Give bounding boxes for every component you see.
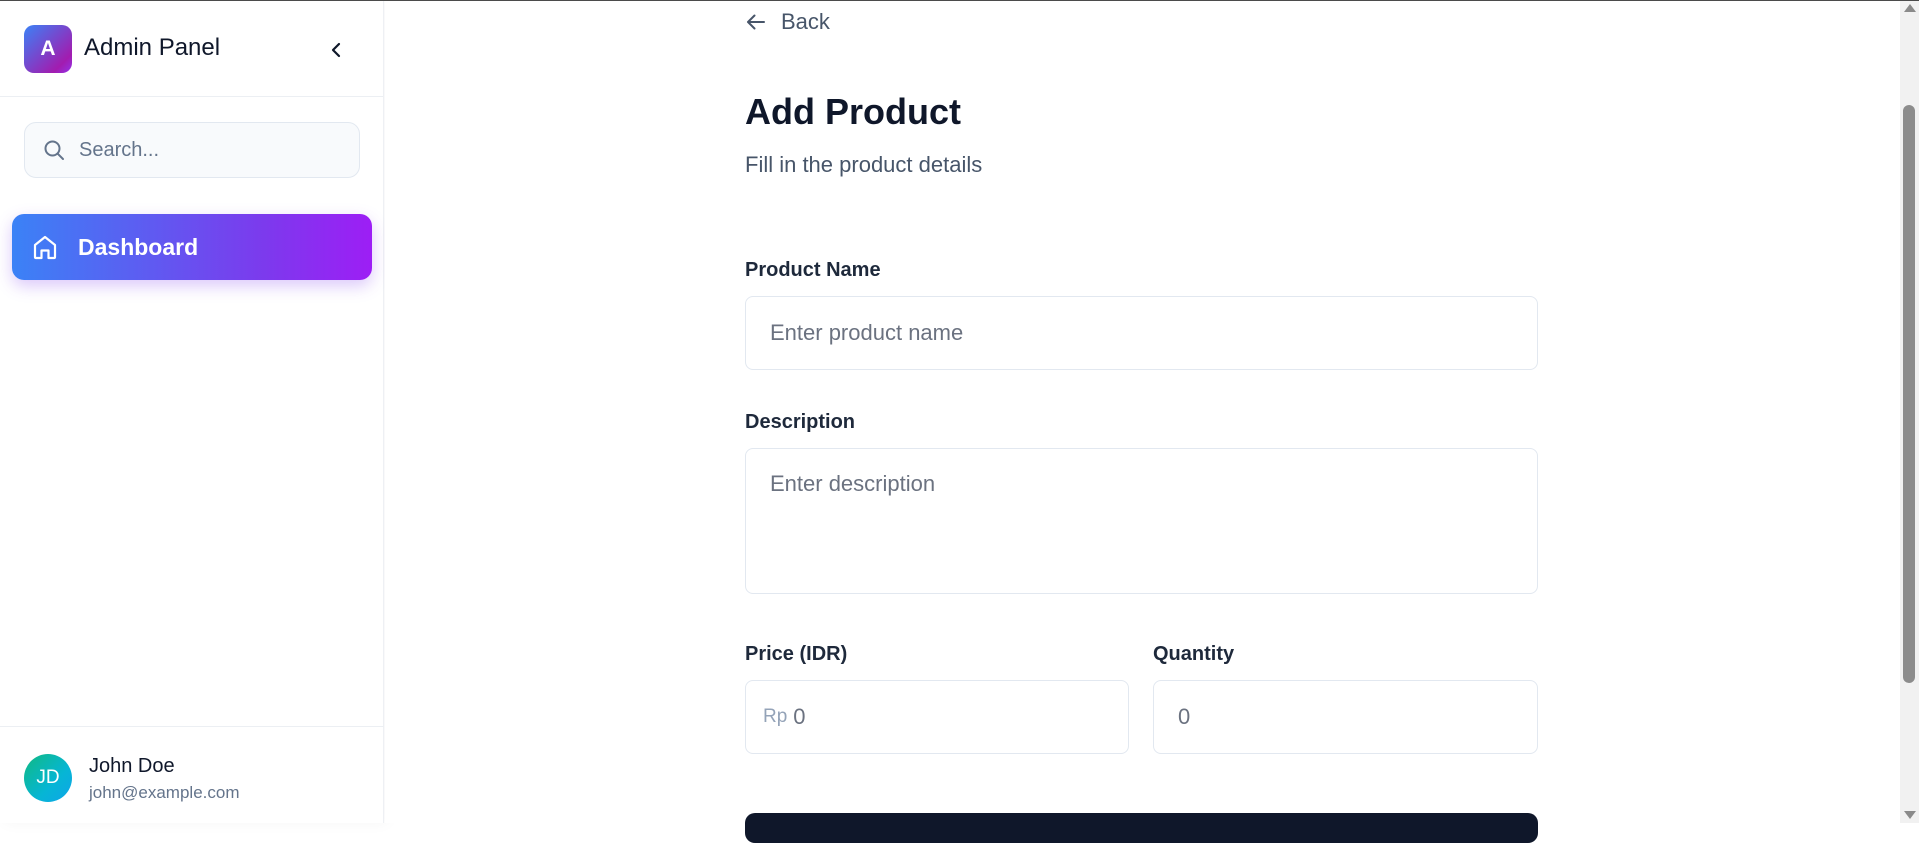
sidebar-search (24, 122, 360, 178)
sidebar: A Admin Panel Dashboard JD John Doe john… (0, 1, 384, 823)
back-link[interactable]: Back (745, 9, 830, 35)
home-icon (33, 235, 57, 260)
price-field: Rp (745, 680, 1129, 754)
main-content: Back Add Product Fill in the product det… (385, 1, 1900, 843)
scroll-down-arrow-icon[interactable] (1904, 811, 1916, 819)
quantity-label: Quantity (1153, 643, 1235, 665)
price-label: Price (IDR) (745, 643, 848, 665)
page-subtitle: Fill in the product details (745, 152, 983, 177)
quantity-input[interactable] (1153, 680, 1538, 754)
brand-logo: A (24, 25, 72, 73)
description-textarea[interactable] (745, 448, 1538, 594)
avatar: JD (24, 754, 72, 802)
page-title: Add Product (745, 91, 961, 132)
back-label: Back (781, 9, 830, 34)
product-name-input[interactable] (745, 296, 1538, 370)
arrow-left-icon (747, 14, 765, 30)
description-label: Description (745, 411, 856, 433)
product-name-label: Product Name (745, 259, 881, 281)
submit-button[interactable] (745, 813, 1538, 843)
user-profile[interactable]: JD John Doe john@example.com (0, 726, 384, 824)
sidebar-item-label: Dashboard (78, 233, 199, 260)
page-scrollbar[interactable] (1900, 1, 1919, 823)
user-email: john@example.com (89, 783, 240, 802)
sidebar-item-dashboard[interactable]: Dashboard (12, 214, 372, 280)
collapse-sidebar-button[interactable] (322, 37, 350, 63)
search-icon (44, 140, 64, 160)
scroll-up-arrow-icon[interactable] (1904, 4, 1916, 12)
chevron-left-icon (331, 42, 341, 58)
sidebar-header: A Admin Panel (0, 1, 383, 97)
brand-title: Admin Panel (84, 34, 221, 61)
search-input[interactable] (79, 138, 339, 162)
user-name: John Doe (89, 755, 175, 777)
currency-prefix: Rp (763, 706, 788, 727)
scrollbar-thumb[interactable] (1903, 105, 1915, 683)
window-top-border (0, 0, 1919, 1)
price-input[interactable] (793, 704, 1094, 730)
